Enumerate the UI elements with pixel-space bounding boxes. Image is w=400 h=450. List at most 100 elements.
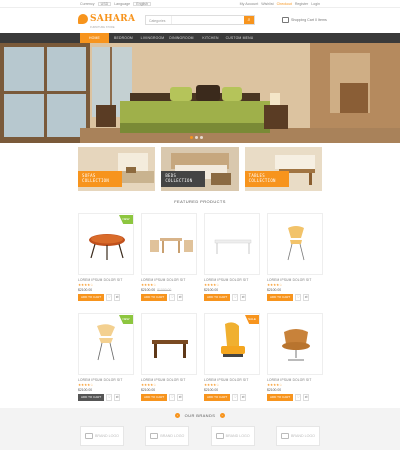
- nav-item-home[interactable]: HOME: [80, 33, 109, 43]
- add-to-cart-button[interactable]: ADD TO CART: [267, 394, 294, 401]
- nav-item-livingroom[interactable]: LIVINGROOM: [138, 33, 167, 43]
- brand-icon: [281, 433, 289, 439]
- add-to-cart-button[interactable]: ADD TO CART: [204, 394, 231, 401]
- category-select[interactable]: Categories: [146, 16, 172, 24]
- product-image[interactable]: NEW: [78, 313, 134, 375]
- product-name[interactable]: LOREM IPSUM DOLOR SIT: [204, 378, 260, 382]
- product-price: $2100.00: [267, 288, 323, 292]
- add-to-cart-label: ADD TO CART: [81, 295, 102, 299]
- wishlist-icon[interactable]: ♡: [232, 294, 239, 301]
- brand-logo[interactable]: BRAND LOGO: [80, 426, 124, 446]
- price-current: $2100.00: [141, 388, 156, 392]
- category-sofas[interactable]: SOFAS COLLECTION: [78, 147, 156, 191]
- product-rating: ★★★★☆: [78, 383, 94, 387]
- logo[interactable]: SAHARA: [78, 14, 135, 24]
- compare-icon[interactable]: ⇄: [177, 394, 184, 401]
- product-name[interactable]: LOREM IPSUM DOLOR SIT: [267, 378, 323, 382]
- brand-icon: [150, 433, 159, 439]
- category-beds[interactable]: BEDS COLLECTION: [161, 147, 239, 191]
- chevron-left-icon[interactable]: ‹: [175, 413, 181, 419]
- product-card[interactable]: NEW LOREM IPSUM DOLOR SIT ★★★★☆ $2100.00…: [78, 213, 134, 301]
- slider-dot[interactable]: [190, 136, 193, 139]
- my-account-link[interactable]: My Account: [240, 2, 259, 6]
- language-select[interactable]: English: [133, 2, 151, 6]
- brand-logo[interactable]: BRAND LOGO: [210, 426, 255, 446]
- product-image[interactable]: [267, 213, 323, 275]
- nav-item-kitchen[interactable]: KITCHEN: [196, 33, 225, 43]
- login-link[interactable]: Login: [311, 2, 320, 6]
- product-image[interactable]: [141, 213, 197, 275]
- product-name[interactable]: LOREM IPSUM DOLOR SIT: [78, 278, 134, 282]
- compare-icon[interactable]: ⇄: [240, 394, 247, 401]
- armchair-image: [282, 329, 310, 361]
- hero-slider[interactable]: [0, 43, 400, 143]
- nav-item-diningroom[interactable]: DININGROOM: [167, 33, 196, 43]
- product-name[interactable]: LOREM IPSUM DOLOR SIT: [141, 378, 197, 382]
- product-price: $2100.00: [204, 388, 260, 392]
- slider-dot[interactable]: [195, 136, 198, 139]
- product-name[interactable]: LOREM IPSUM DOLOR SIT: [204, 278, 260, 282]
- category-label: SOFAS COLLECTION: [78, 171, 122, 187]
- product-rating: ★★★★☆: [78, 283, 94, 287]
- product-image[interactable]: [204, 213, 260, 275]
- product-rating: ★★★★☆: [204, 383, 220, 387]
- wishlist-icon[interactable]: ♡: [295, 294, 302, 301]
- product-card[interactable]: NEW LOREM IPSUM DOLOR SIT ★★★★☆ $2100.00…: [78, 313, 134, 401]
- product-image[interactable]: [141, 313, 197, 375]
- product-card[interactable]: LOREM IPSUM DOLOR SIT ★★★★☆ $2100.00 $100…: [141, 213, 197, 301]
- category-tables[interactable]: TABLES COLLECTION: [244, 147, 322, 191]
- chevron-right-icon[interactable]: ›: [219, 413, 225, 419]
- product-name[interactable]: LOREM IPSUM DOLOR SIT: [141, 278, 197, 282]
- product-card[interactable]: SALE LOREM IPSUM DOLOR SIT ★★★★☆ $2100.0…: [204, 313, 260, 401]
- product-image[interactable]: NEW: [78, 213, 134, 275]
- product-card[interactable]: LOREM IPSUM DOLOR SIT ★★★★☆ $2100.00 ADD…: [267, 213, 323, 301]
- wishlist-icon[interactable]: ♡: [169, 394, 176, 401]
- add-to-cart-button[interactable]: ADD TO CART: [78, 394, 105, 401]
- compare-icon[interactable]: ⇄: [177, 294, 184, 301]
- wishlist-icon[interactable]: ♡: [295, 394, 302, 401]
- compare-icon[interactable]: ⇄: [114, 294, 121, 301]
- add-to-cart-button[interactable]: ADD TO CART: [204, 294, 231, 301]
- add-to-cart-button[interactable]: ADD TO CART: [78, 294, 105, 301]
- cart[interactable]: Shopping Cart 0 Items: [282, 17, 327, 23]
- product-card[interactable]: LOREM IPSUM DOLOR SIT ★★★★☆ $2100.00 ADD…: [204, 213, 260, 301]
- checkout-link[interactable]: Checkout: [277, 2, 292, 6]
- compare-icon[interactable]: ⇄: [240, 294, 247, 301]
- brand-label: BRAND LOGO: [291, 434, 315, 438]
- compare-icon[interactable]: ⇄: [114, 394, 121, 401]
- category-subtitle: COLLECTION: [82, 178, 110, 183]
- nav-item-custom-menu[interactable]: CUSTOM MENU: [225, 33, 254, 43]
- slider-dot[interactable]: [200, 136, 203, 139]
- product-name[interactable]: LOREM IPSUM DOLOR SIT: [78, 378, 134, 382]
- add-to-cart-label: ADD TO CART: [144, 295, 165, 299]
- brand-logo[interactable]: BRAND LOGO: [275, 426, 320, 446]
- wishlist-icon[interactable]: ♡: [169, 294, 176, 301]
- add-to-cart-button[interactable]: ADD TO CART: [267, 294, 294, 301]
- add-to-cart-button[interactable]: ADD TO CART: [141, 294, 168, 301]
- search-button[interactable]: ⌕: [244, 16, 254, 24]
- search-input[interactable]: [172, 16, 244, 24]
- register-link[interactable]: Register: [295, 2, 308, 6]
- product-name[interactable]: LOREM IPSUM DOLOR SIT: [267, 278, 323, 282]
- currency-select[interactable]: USD: [97, 2, 112, 6]
- wishlist-icon[interactable]: ♡: [232, 394, 239, 401]
- wishlist-link[interactable]: Wishlist: [261, 2, 273, 6]
- product-card[interactable]: LOREM IPSUM DOLOR SIT ★★★★☆ $2100.00 ADD…: [141, 313, 197, 401]
- compare-icon[interactable]: ⇄: [303, 394, 310, 401]
- brand-logo[interactable]: BRAND LOGO: [145, 426, 190, 446]
- brand-icon: [85, 433, 94, 439]
- product-image[interactable]: SALE: [204, 313, 260, 375]
- nav-item-bedroom[interactable]: BEDROOM: [109, 33, 138, 43]
- compare-icon[interactable]: ⇄: [303, 294, 310, 301]
- price-current: $2100.00: [204, 388, 219, 392]
- product-card[interactable]: LOREM IPSUM DOLOR SIT ★★★★☆ $2100.00 ADD…: [267, 313, 323, 401]
- category-banners: SOFAS COLLECTION BEDS COLLECTION TABLES …: [78, 147, 322, 191]
- price-current: $2100.00: [204, 288, 219, 292]
- add-to-cart-button[interactable]: ADD TO CART: [141, 394, 168, 401]
- product-rating: ★★★★☆: [204, 283, 220, 287]
- product-image[interactable]: [267, 313, 323, 375]
- brand-label: BRAND LOGO: [225, 434, 250, 438]
- wishlist-icon[interactable]: ♡: [106, 294, 113, 301]
- wishlist-icon[interactable]: ♡: [106, 394, 113, 401]
- product-price: $2100.00: [141, 388, 197, 392]
